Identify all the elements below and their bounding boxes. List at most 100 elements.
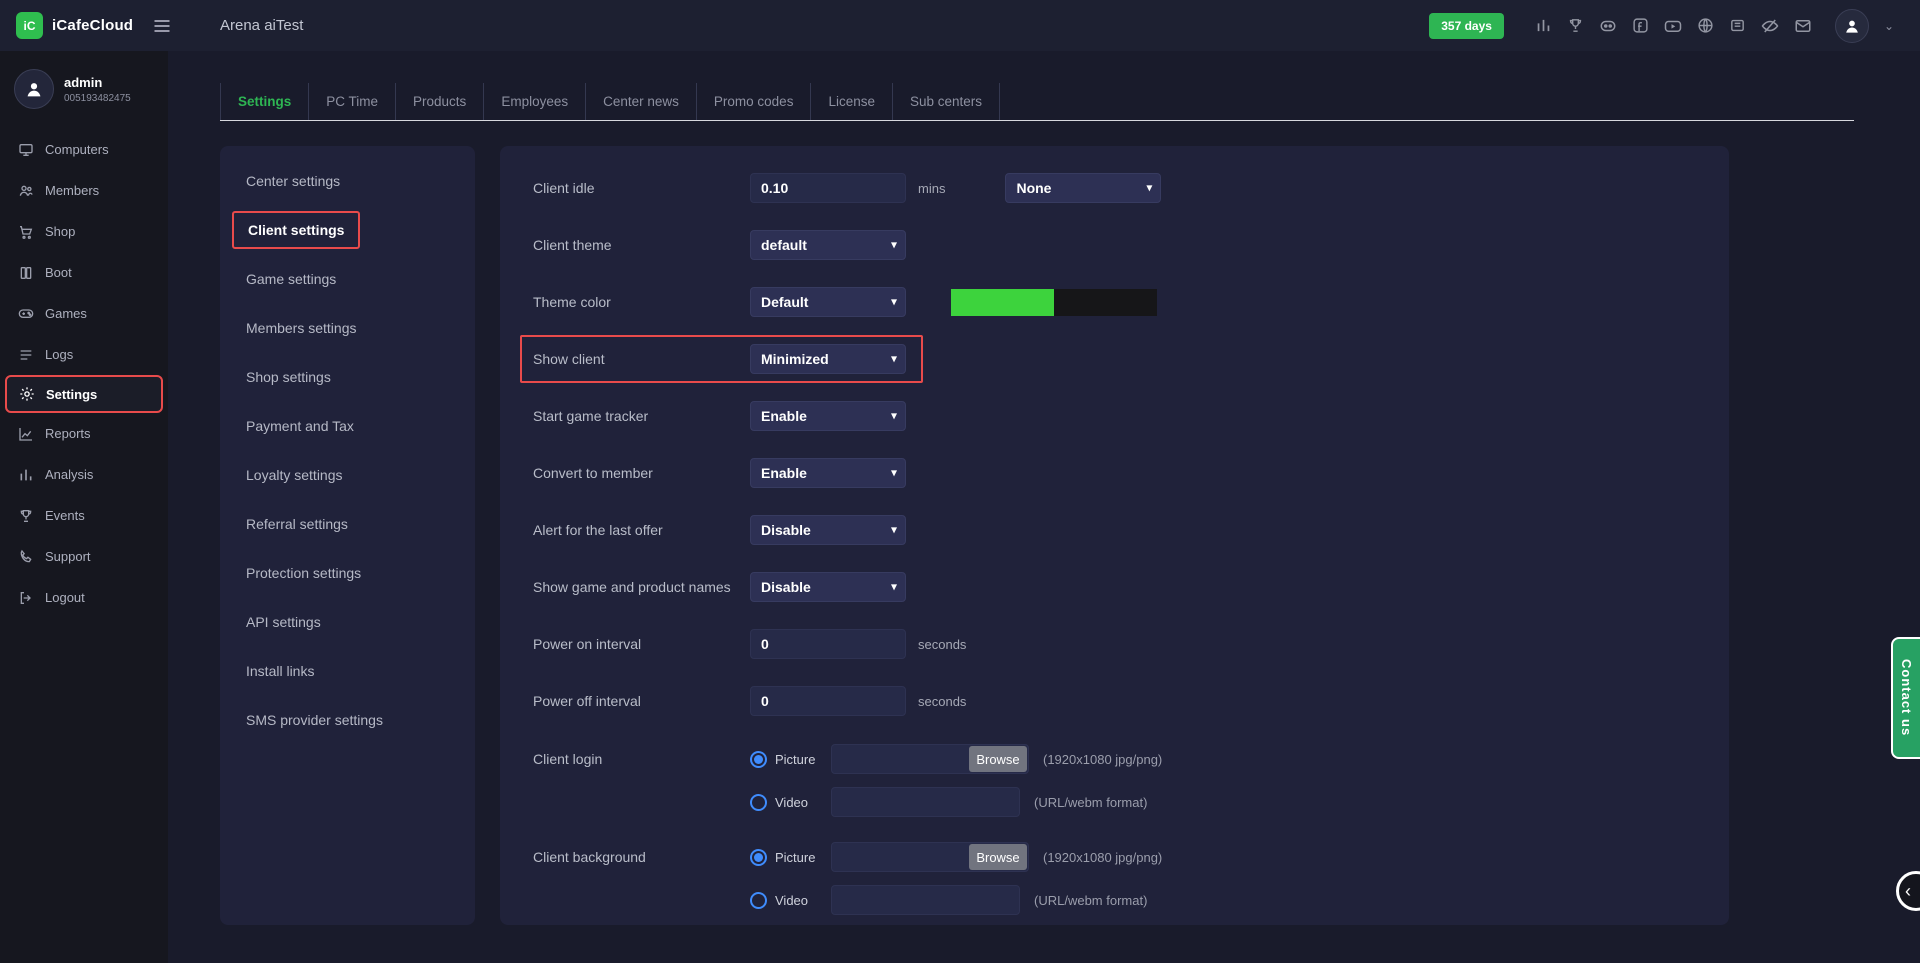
tab-bar: Settings PC Time Products Employees Cent… — [220, 83, 1854, 121]
client-idle-action-select[interactable]: None — [1005, 173, 1161, 203]
client-background-video-input[interactable] — [831, 885, 1020, 915]
members-icon — [18, 183, 34, 199]
license-days-badge: 357 days — [1429, 13, 1504, 39]
client-settings-form: Client idle mins None Client theme defau… — [500, 146, 1729, 925]
theme-color-select[interactable]: Default — [750, 287, 906, 317]
settings-nav-center-settings[interactable]: Center settings — [246, 156, 475, 205]
client-login-picture-radio[interactable] — [750, 751, 767, 768]
alert-last-offer-select[interactable]: Disable — [750, 515, 906, 545]
gear-icon — [19, 386, 35, 402]
settings-nav-payment-and-tax[interactable]: Payment and Tax — [246, 401, 475, 450]
contact-us-button[interactable]: Contact us — [1891, 637, 1920, 759]
client-idle-unit: mins — [918, 181, 945, 196]
power-on-interval-unit: seconds — [918, 637, 966, 652]
tab-center-news[interactable]: Center news — [586, 83, 697, 120]
sidebar-item-settings[interactable]: Settings — [5, 375, 163, 413]
sidebar-item-games[interactable]: Games — [0, 293, 168, 334]
tab-promo-codes[interactable]: Promo codes — [697, 83, 812, 120]
client-background-browse-button[interactable]: Browse — [969, 844, 1027, 870]
settings-nav-members-settings[interactable]: Members settings — [246, 303, 475, 352]
row-client-login: Client login Picture Browse (1920x1080 j… — [533, 743, 1729, 818]
client-theme-select[interactable]: default — [750, 230, 906, 260]
row-power-on-interval: Power on interval seconds — [533, 629, 1729, 659]
client-login-video-option: Video — [775, 795, 831, 810]
news-icon[interactable] — [1729, 17, 1746, 34]
client-login-video-input[interactable] — [831, 787, 1020, 817]
client-login-browse-button[interactable]: Browse — [969, 746, 1027, 772]
sidebar-item-support[interactable]: Support — [0, 536, 168, 577]
sidebar-user-block[interactable]: admin 005193482475 — [0, 51, 168, 129]
settings-nav-referral-settings[interactable]: Referral settings — [246, 499, 475, 548]
facebook-icon[interactable] — [1632, 17, 1649, 34]
stats-icon[interactable] — [1535, 17, 1552, 34]
avatar-chevron-down-icon[interactable]: ⌄ — [1884, 19, 1894, 33]
logs-icon — [18, 347, 34, 363]
hamburger-menu-icon[interactable] — [152, 16, 172, 36]
brand-logo[interactable]: iC iCafeCloud — [0, 12, 140, 39]
tab-settings[interactable]: Settings — [220, 83, 309, 120]
sidebar-item-members[interactable]: Members — [0, 170, 168, 211]
gamepad-icon — [18, 306, 34, 322]
brand-name: iCafeCloud — [52, 17, 133, 34]
power-off-interval-input[interactable] — [750, 686, 906, 716]
user-avatar[interactable] — [1835, 9, 1869, 43]
row-convert-to-member: Convert to member Enable — [533, 458, 1729, 488]
start-game-tracker-select[interactable]: Enable — [750, 401, 906, 431]
sidebar-item-shop[interactable]: Shop — [0, 211, 168, 252]
sidebar-item-logs[interactable]: Logs — [0, 334, 168, 375]
discord-icon[interactable] — [1599, 17, 1617, 35]
settings-nav-loyalty-settings[interactable]: Loyalty settings — [246, 450, 475, 499]
boot-icon — [18, 265, 34, 281]
row-alert-last-offer: Alert for the last offer Disable — [533, 515, 1729, 545]
main-content: Settings PC Time Products Employees Cent… — [168, 51, 1920, 963]
mail-icon[interactable] — [1794, 17, 1812, 35]
settings-nav-panel: Center settings Client settings Game set… — [220, 146, 475, 925]
client-background-video-radio[interactable] — [750, 892, 767, 909]
sidebar-item-analysis[interactable]: Analysis — [0, 454, 168, 495]
tab-pc-time[interactable]: PC Time — [309, 83, 396, 120]
tab-sub-centers[interactable]: Sub centers — [893, 83, 1000, 120]
tab-products[interactable]: Products — [396, 83, 484, 120]
sidebar-item-boot[interactable]: Boot — [0, 252, 168, 293]
tab-employees[interactable]: Employees — [484, 83, 586, 120]
eye-icon[interactable] — [1761, 17, 1779, 35]
sidebar-item-reports[interactable]: Reports — [0, 413, 168, 454]
client-login-picture-option: Picture — [775, 752, 831, 767]
convert-to-member-label: Convert to member — [533, 465, 750, 481]
settings-nav-api-settings[interactable]: API settings — [246, 597, 475, 646]
tab-license[interactable]: License — [811, 83, 893, 120]
sidebar-item-logout[interactable]: Logout — [0, 577, 168, 618]
settings-nav-client-settings[interactable]: Client settings — [246, 205, 475, 254]
show-client-select[interactable]: Minimized — [750, 344, 906, 374]
globe-icon[interactable] — [1697, 17, 1714, 34]
client-login-video-radio[interactable] — [750, 794, 767, 811]
client-login-picture-hint: (1920x1080 jpg/png) — [1043, 752, 1162, 767]
client-background-picture-radio[interactable] — [750, 849, 767, 866]
phone-icon — [18, 549, 34, 565]
client-theme-label: Client theme — [533, 237, 750, 253]
logout-icon — [18, 590, 34, 606]
trophy-icon[interactable] — [1567, 17, 1584, 34]
row-client-background: Client background Picture Browse (1920x1… — [533, 841, 1729, 916]
client-background-video-hint: (URL/webm format) — [1034, 893, 1147, 908]
client-idle-input[interactable] — [750, 173, 906, 203]
settings-nav-install-links[interactable]: Install links — [246, 646, 475, 695]
topbar: iC iCafeCloud Arena aiTest 357 days ⌄ — [0, 0, 1920, 51]
sidebar-item-computers[interactable]: Computers — [0, 129, 168, 170]
show-client-label: Show client — [533, 351, 750, 367]
sidebar-user-name: admin — [64, 75, 131, 90]
settings-nav-game-settings[interactable]: Game settings — [246, 254, 475, 303]
theme-color-swatch-black — [1054, 289, 1157, 316]
settings-nav-shop-settings[interactable]: Shop settings — [246, 352, 475, 401]
sidebar-user-avatar — [14, 69, 54, 109]
power-on-interval-input[interactable] — [750, 629, 906, 659]
show-game-product-names-select[interactable]: Disable — [750, 572, 906, 602]
youtube-icon[interactable] — [1664, 17, 1682, 35]
client-idle-action-select-wrap: None — [1005, 173, 1161, 203]
convert-to-member-select[interactable]: Enable — [750, 458, 906, 488]
settings-nav-sms-provider-settings[interactable]: SMS provider settings — [246, 695, 475, 744]
events-trophy-icon — [18, 508, 34, 524]
settings-nav-protection-settings[interactable]: Protection settings — [246, 548, 475, 597]
sidebar-item-events[interactable]: Events — [0, 495, 168, 536]
client-login-label: Client login — [533, 743, 750, 767]
